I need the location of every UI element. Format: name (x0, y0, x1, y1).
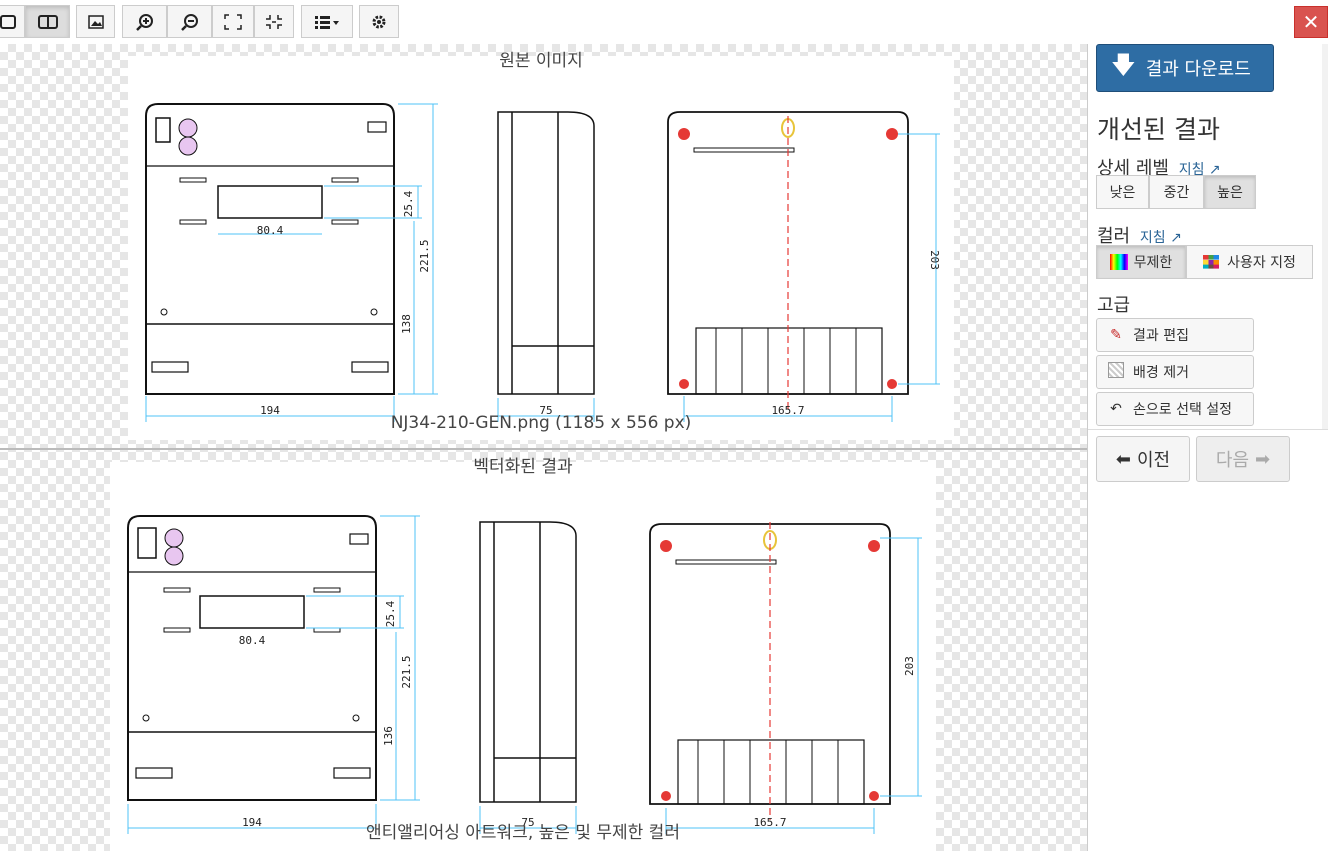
zoom-out-icon (180, 13, 198, 31)
toolbar: ✕ (0, 0, 1328, 45)
next-label: 다음 (1215, 450, 1250, 471)
arrow-right-icon: ➡ (1255, 448, 1271, 470)
detail-high-button[interactable]: 높은 (1204, 175, 1256, 209)
pencil-icon: ✎ (1110, 327, 1122, 343)
list-menu-button[interactable] (301, 5, 353, 38)
detail-low-button[interactable]: 낮은 (1096, 175, 1149, 209)
next-button[interactable]: 다음 ➡ (1196, 436, 1290, 482)
split-view-button[interactable] (25, 5, 70, 38)
actual-size-icon (266, 14, 282, 29)
dim-window-width-label: 80.4 (257, 224, 284, 237)
color-unlimited-label: 무제한 (1133, 255, 1173, 271)
detail-medium-button[interactable]: 중간 (1149, 175, 1204, 209)
original-drawing: 194 80.4 75 165.7 221.5 138 25.4 203 (145, 103, 941, 422)
vectorized-image-panel: 벡터화된 결과 194 80.4 75 165.7 221.5 136 25.4… (110, 457, 936, 851)
fit-screen-button[interactable] (212, 5, 254, 38)
options-sidebar: 🡇 결과 다운로드 개선된 결과 상세 레벨 지침 ↗ 낮은 중간 높은 컬러 … (1088, 44, 1328, 851)
manual-selection-button[interactable]: ↶ 손으로 선택 설정 (1096, 392, 1254, 426)
previous-label: 이전 (1136, 450, 1171, 471)
image-icon (87, 14, 104, 29)
split-view-icon (37, 14, 58, 29)
single-view-button[interactable] (0, 5, 25, 38)
dim-height-label: 221.5 (418, 239, 431, 272)
vec-dim-back-height-label: 203 (903, 656, 916, 676)
dim-window-height-label: 25.4 (402, 190, 415, 217)
settings-button[interactable] (359, 5, 399, 38)
color-guide-text: 지침 (1139, 230, 1166, 246)
color-mode-group: 무제한 사용자 지정 (1096, 245, 1313, 279)
sidebar-separator (1088, 429, 1328, 430)
improved-result-heading: 개선된 결과 (1097, 115, 1220, 144)
color-label: 컬러 (1097, 226, 1131, 247)
panel-divider[interactable] (0, 448, 1087, 450)
vec-dim-lower-label: 136 (382, 726, 395, 746)
download-label: 결과 다운로드 (1145, 59, 1251, 80)
dim-lower-label: 138 (400, 314, 413, 334)
arrow-left-icon: ⬅ (1115, 448, 1131, 470)
fit-screen-icon (224, 13, 242, 30)
vec-dim-height-label: 221.5 (400, 655, 413, 688)
remove-background-button[interactable]: 배경 제거 (1096, 355, 1254, 389)
vectorized-drawing: 194 80.4 75 165.7 221.5 136 25.4 203 (127, 515, 922, 834)
color-unlimited-button[interactable]: 무제한 (1096, 245, 1186, 279)
close-button[interactable]: ✕ (1294, 6, 1328, 38)
original-title: 원본 이미지 (499, 51, 583, 71)
edit-result-label: 결과 편집 (1133, 328, 1189, 344)
download-result-button[interactable]: 🡇 결과 다운로드 (1096, 44, 1274, 92)
vec-dim-window-width-label: 80.4 (239, 634, 266, 647)
custom-palette-icon (1203, 255, 1220, 269)
single-view-icon (0, 14, 16, 29)
dim-back-height-label: 203 (928, 250, 941, 270)
color-custom-label: 사용자 지정 (1227, 255, 1296, 271)
undo-arrow-icon: ↶ (1110, 401, 1122, 417)
vec-dim-window-height-label: 25.4 (384, 600, 397, 627)
zoom-in-icon (135, 13, 153, 31)
original-image-panel: 원본 이미지 194 80.4 75 165.7 221.5 138 25.4 … (128, 51, 954, 440)
close-icon: ✕ (1302, 10, 1320, 34)
color-custom-button[interactable]: 사용자 지정 (1186, 245, 1313, 279)
vectorized-title: 벡터화된 결과 (473, 457, 573, 477)
zoom-out-button[interactable] (167, 5, 212, 38)
actual-size-button[interactable] (254, 5, 294, 38)
vectorized-caption: 앤티앨리어싱 아트워크, 높은 및 무제한 컬러 (366, 823, 680, 843)
advanced-heading: 고급 (1097, 295, 1131, 316)
sidebar-scrollbar[interactable] (1322, 44, 1328, 429)
manual-selection-label: 손으로 선택 설정 (1133, 402, 1233, 418)
rainbow-palette-icon (1109, 254, 1128, 270)
previous-button[interactable]: ⬅ 이전 (1096, 436, 1190, 482)
remove-background-label: 배경 제거 (1133, 365, 1189, 381)
external-link-icon: ↗ (1170, 230, 1182, 246)
edit-result-button[interactable]: ✎ 결과 편집 (1096, 318, 1254, 352)
original-caption: NJ34-210-GEN.png (1185 x 556 px) (390, 413, 692, 433)
list-icon (315, 15, 339, 29)
zoom-in-button[interactable] (122, 5, 167, 38)
background-icon (1107, 362, 1125, 382)
image-canvas[interactable]: 원본 이미지 194 80.4 75 165.7 221.5 138 25.4 … (0, 44, 1088, 851)
image-view-button[interactable] (76, 5, 115, 38)
download-arrow-icon: 🡇 (1111, 50, 1136, 79)
color-guide-link[interactable]: 지침 ↗ (1140, 230, 1182, 246)
gear-icon (372, 15, 386, 28)
detail-level-group: 낮은 중간 높은 (1096, 175, 1256, 209)
